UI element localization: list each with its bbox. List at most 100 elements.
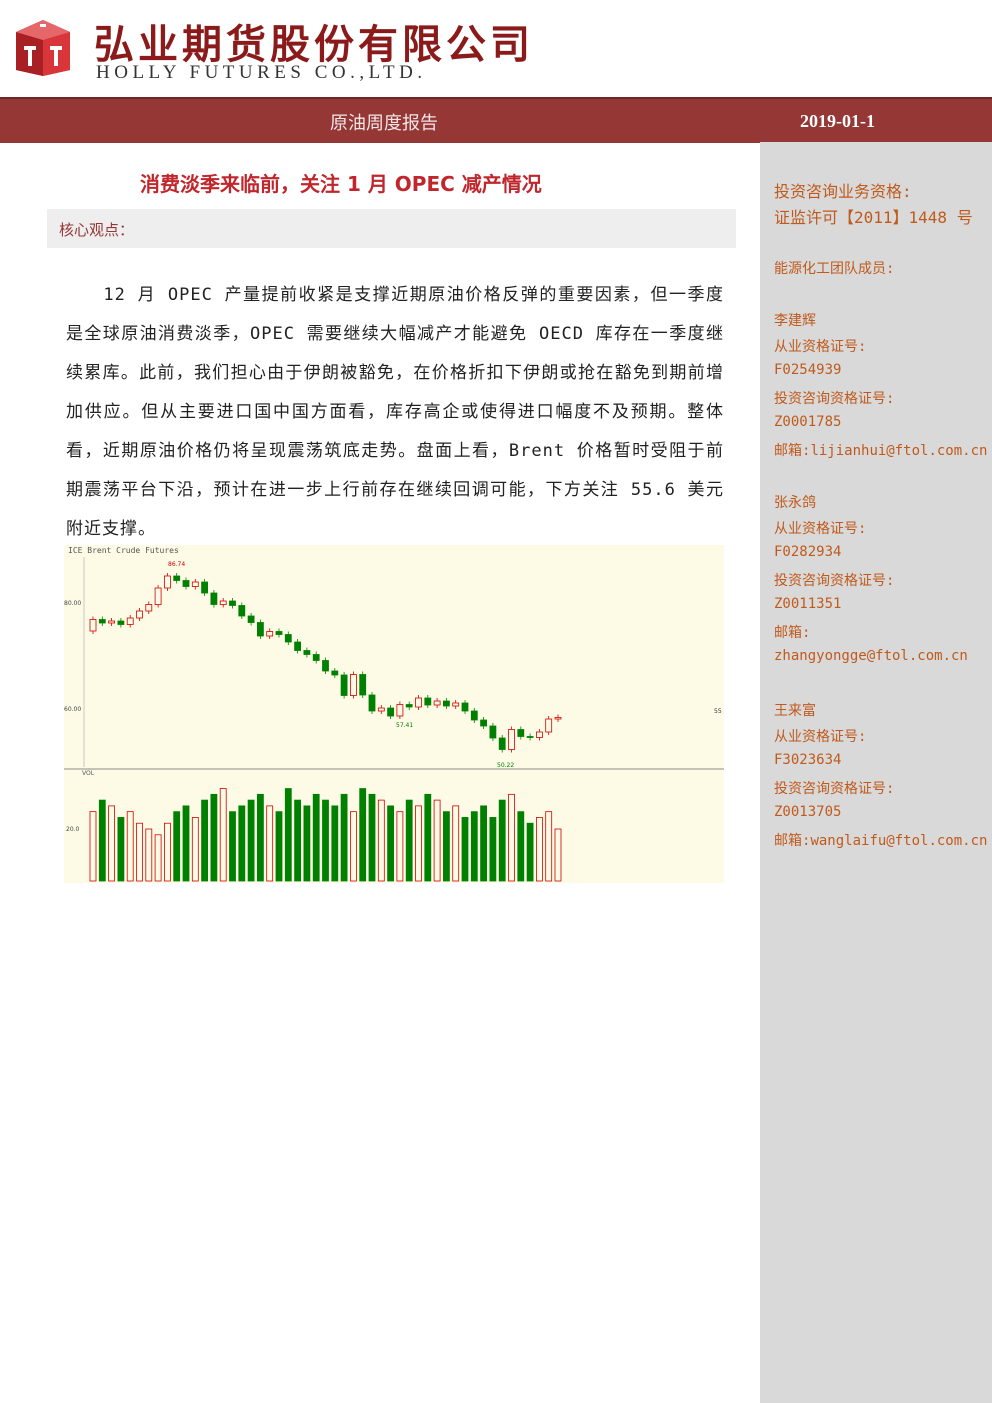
candle [126,617,134,625]
volume-bar [359,788,367,882]
candle [98,619,106,624]
candle [535,731,543,738]
member-cert: F0254939 [774,362,842,378]
candle [201,581,209,594]
member-email-link[interactable]: lijianhui@ftol.com.cn [810,443,987,459]
volume-bar [535,817,543,882]
candle [452,702,460,707]
candle [229,600,236,606]
volume-bar [545,811,553,882]
member-email-label: 邮箱: [774,625,811,641]
candle [517,729,525,737]
volume-bars-group [89,788,562,882]
volume-bar [396,811,404,882]
report-banner: 原油周度报告 2019-01-1 [0,97,992,143]
report-header: 弘业期货股份有限公司 HOLLY FUTURES CO.,LTD. [0,0,992,97]
candle [377,707,385,712]
member-email-label: 邮箱: [774,833,811,849]
volume-bar [219,788,227,882]
member-email-row: 邮箱:lijianhui@ftol.com.cn [774,440,987,460]
volume-header: VOL [82,770,95,777]
core-view-box: 核心观点： [47,209,736,248]
volume-bar [117,817,125,882]
brent-price-chart: ICE Brent Crude Futures 80.00 60.00 VOL … [64,545,724,883]
candle [545,718,553,733]
volume-bar [229,811,236,882]
member-inv-label: 投资咨询资格证号: [774,391,895,407]
candle [275,631,283,635]
member-inv: Z0013705 [774,804,842,820]
candle [424,697,432,706]
volume-bar [424,793,432,882]
candle [554,717,562,720]
candle [210,592,218,605]
volume-bar [247,799,255,882]
volume-bar [284,788,292,882]
article-title: 消费淡季来临前，关注 1 月 OPEC 减产情况 [140,172,542,196]
analyst-sidebar: 投资咨询业务资格: 证监许可【2011】1448 号 能源化工团队成员: 李建辉… [760,142,992,1403]
volume-bar [238,805,246,882]
volume-bar [415,805,422,882]
volume-bar [201,799,209,882]
volume-tick-label: 20.0 [66,826,80,833]
last-price-label: 55 [714,708,722,715]
candle [145,604,153,612]
volume-bar [470,811,478,882]
member-inv-label: 投资咨询资格证号: [774,573,895,589]
high-price-label: 86.74 [168,561,185,568]
candle [508,729,515,750]
candle [396,704,404,717]
volume-bar [145,828,153,882]
candle [405,704,413,708]
volume-bar [164,822,171,882]
candle [173,575,181,581]
volume-bar [98,799,106,882]
member-inv: Z0011351 [774,596,842,612]
candle [322,660,329,672]
volume-bar [210,793,218,882]
candle [247,615,255,623]
chart-header-text: ICE Brent Crude Futures [68,546,179,555]
volume-bar [377,799,385,882]
candle [470,710,478,721]
member-inv-label: 投资咨询资格证号: [774,781,895,797]
candles-group [89,573,562,753]
volume-bar [498,799,506,882]
candle [284,634,292,643]
volume-bar [256,793,264,882]
volume-bar [554,828,562,882]
volume-bar [89,811,97,882]
volume-bar [442,811,450,882]
candle [331,670,339,676]
candle [256,622,264,637]
volume-bar [340,793,348,882]
y-tick-label: 80.00 [64,600,81,607]
candle [219,600,227,605]
candle [89,619,97,632]
report-type: 原油周度报告 [330,113,438,134]
candle [368,694,376,712]
candle [191,581,199,587]
candle [340,674,348,696]
member-cert-label: 从业资格证号: [774,339,867,355]
candle [442,700,450,707]
member-email-link[interactable]: zhangyongge@ftol.com.cn [774,648,968,664]
volume-bar [275,811,283,882]
candle [238,605,246,617]
candle [117,620,125,625]
volume-bar [294,799,302,882]
qualification-title: 投资咨询业务资格: [774,182,912,201]
y-tick-label: 60.00 [64,706,81,713]
member-cert: F0282934 [774,544,842,560]
volume-bar [461,817,469,882]
candle [433,700,441,706]
volume-bar [517,811,525,882]
candle [498,737,506,750]
member-email-link[interactable]: wanglaifu@ftol.com.cn [810,833,987,849]
volume-bar [266,805,274,882]
article-paragraph: 12 月 OPEC 产量提前收紧是支撑近期原油价格反弹的重要因素，但一季度是全球… [66,285,724,539]
volume-bar [322,799,329,882]
volume-bar [349,811,357,882]
company-name-en: HOLLY FUTURES CO.,LTD. [96,62,427,83]
candle [294,641,302,651]
